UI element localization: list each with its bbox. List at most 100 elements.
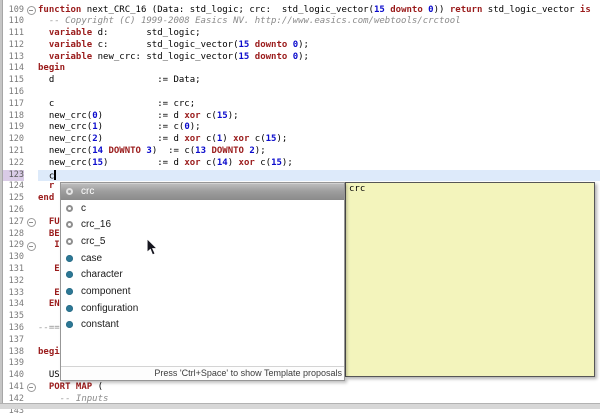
code-line[interactable]: c := crc; <box>38 99 600 111</box>
code-token: ); <box>276 134 288 145</box>
code-token: xor <box>184 110 201 121</box>
variable-ring-icon <box>66 221 73 229</box>
proposal-item-crc[interactable]: crc <box>61 183 344 200</box>
fold-cell <box>24 16 38 28</box>
code-token: PORT MAP <box>48 382 93 392</box>
fold-cell <box>24 122 38 134</box>
fold-minus-glyph <box>29 245 33 247</box>
line-number: 132 <box>8 275 24 286</box>
code-line[interactable]: d := Data; <box>38 75 600 87</box>
gutter-row: 140 <box>3 370 38 382</box>
variable-ring-icon <box>66 188 73 196</box>
proposal-label: constant <box>81 319 119 331</box>
fold-cell <box>24 240 38 252</box>
line-number: 129 <box>8 240 24 251</box>
line-number: 116 <box>8 87 24 98</box>
collapse-fold-icon[interactable] <box>26 218 36 228</box>
gutter-row: 128 <box>3 229 38 241</box>
gutter-row: 118 <box>3 111 38 123</box>
code-token: ); <box>298 51 309 62</box>
fold-minus-glyph <box>29 387 33 389</box>
code-token: 15 <box>216 110 228 121</box>
variable-ring-icon <box>65 204 74 213</box>
code-line[interactable]: begin <box>38 63 600 75</box>
text-caret <box>54 169 56 180</box>
fold-cell <box>24 87 38 99</box>
content-assist-status: Press 'Ctrl+Space' to show Template prop… <box>61 366 344 380</box>
gutter-row: 126 <box>3 205 38 217</box>
code-line[interactable]: variable c: std_logic_vector(15 downto 0… <box>38 40 600 52</box>
code-line-current[interactable]: c <box>38 169 600 182</box>
code-token: new_crc( <box>38 157 93 168</box>
gutter-row: 135 <box>3 311 38 323</box>
code-line[interactable]: new_crc(0) := d xor c(15); <box>38 111 600 123</box>
code-line[interactable]: function next_CRC_16 (Data: std_logic; c… <box>38 5 600 17</box>
proposal-label: crc_5 <box>81 235 106 247</box>
gutter-row: 133 <box>3 288 38 300</box>
collapse-fold-icon[interactable] <box>26 383 36 393</box>
fold-cell <box>24 229 38 241</box>
proposal-item-component[interactable]: component <box>61 283 344 300</box>
code-token: variable <box>48 39 93 50</box>
keyword-dot-icon <box>66 321 73 329</box>
gutter-row: 129 <box>3 240 38 252</box>
code-token: c: std_logic_vector( <box>92 39 239 50</box>
proposal-label: c <box>81 202 86 214</box>
code-line[interactable] <box>38 87 600 99</box>
variable-ring-icon <box>65 237 74 246</box>
gutter-row: 117 <box>3 99 38 111</box>
line-number: 112 <box>8 39 24 50</box>
proposal-label: configuration <box>81 302 139 314</box>
code-line[interactable]: variable new_crc: std_logic_vector(15 do… <box>38 52 600 64</box>
content-assist-list: crc c crc_16 crc_5case character component con… <box>61 183 344 333</box>
keyword-dot-icon <box>66 254 73 262</box>
gutter-row: 139 <box>3 358 38 370</box>
proposal-item-c[interactable]: c <box>61 200 344 217</box>
proposal-item-character[interactable]: character <box>61 266 344 283</box>
editor-bottom-edge <box>0 403 600 409</box>
line-number-gutter: 1081091101111121131141151161171181191201… <box>3 0 38 417</box>
line-number: 138 <box>8 346 24 357</box>
code-token: ) := d <box>97 110 185 121</box>
code-token: c <box>38 171 55 182</box>
code-token: 13 <box>195 146 207 157</box>
fold-cell <box>24 382 38 394</box>
proposal-item-crc_5[interactable]: crc_5 <box>61 233 344 250</box>
collapse-fold-icon[interactable] <box>26 241 36 251</box>
code-token: 15 <box>92 157 104 168</box>
fold-cell <box>24 146 38 158</box>
gutter-row: 120 <box>3 134 38 146</box>
proposal-item-crc_16[interactable]: crc_16 <box>61 216 344 233</box>
proposal-item-constant[interactable]: constant <box>61 317 344 334</box>
fold-cell <box>24 75 38 87</box>
collapse-fold-icon[interactable] <box>26 5 36 15</box>
line-number: 119 <box>8 122 24 133</box>
code-line[interactable]: new_crc(2) := d xor c(1) xor c(15); <box>38 134 600 146</box>
code-line[interactable]: new_crc(15) := d xor c(14) xor c(15); <box>38 158 600 170</box>
fold-cell <box>24 323 38 335</box>
proposal-item-case[interactable]: case <box>61 250 344 267</box>
code-token: xor <box>238 157 255 168</box>
code-line[interactable]: new_crc(14 DOWNTO 3) := c(13 DOWNTO 2); <box>38 146 600 158</box>
code-line[interactable]: PORT MAP ( <box>38 382 600 394</box>
proposal-item-configuration[interactable]: configuration <box>61 300 344 317</box>
code-line[interactable]: variable d: std_logic; <box>38 28 600 40</box>
proposal-label: crc_16 <box>81 219 112 231</box>
fold-cell <box>24 193 38 205</box>
gutter-row: 138 <box>3 347 38 359</box>
code-token: xor <box>184 157 201 168</box>
line-number: 134 <box>8 299 24 310</box>
code-line[interactable]: -- Copyright (C) 1999-2008 Easics NV. ht… <box>38 16 600 28</box>
gutter-row: 130 <box>3 252 38 264</box>
code-line[interactable]: new_crc(1) := c(0); <box>38 122 600 134</box>
line-number: 128 <box>8 228 24 239</box>
code-token: 15 <box>238 51 250 62</box>
gutter-row: 113 <box>3 52 38 64</box>
gutter-row: 132 <box>3 276 38 288</box>
gutter-row: 127 <box>3 217 38 229</box>
gutter-row: 124 <box>3 181 38 193</box>
